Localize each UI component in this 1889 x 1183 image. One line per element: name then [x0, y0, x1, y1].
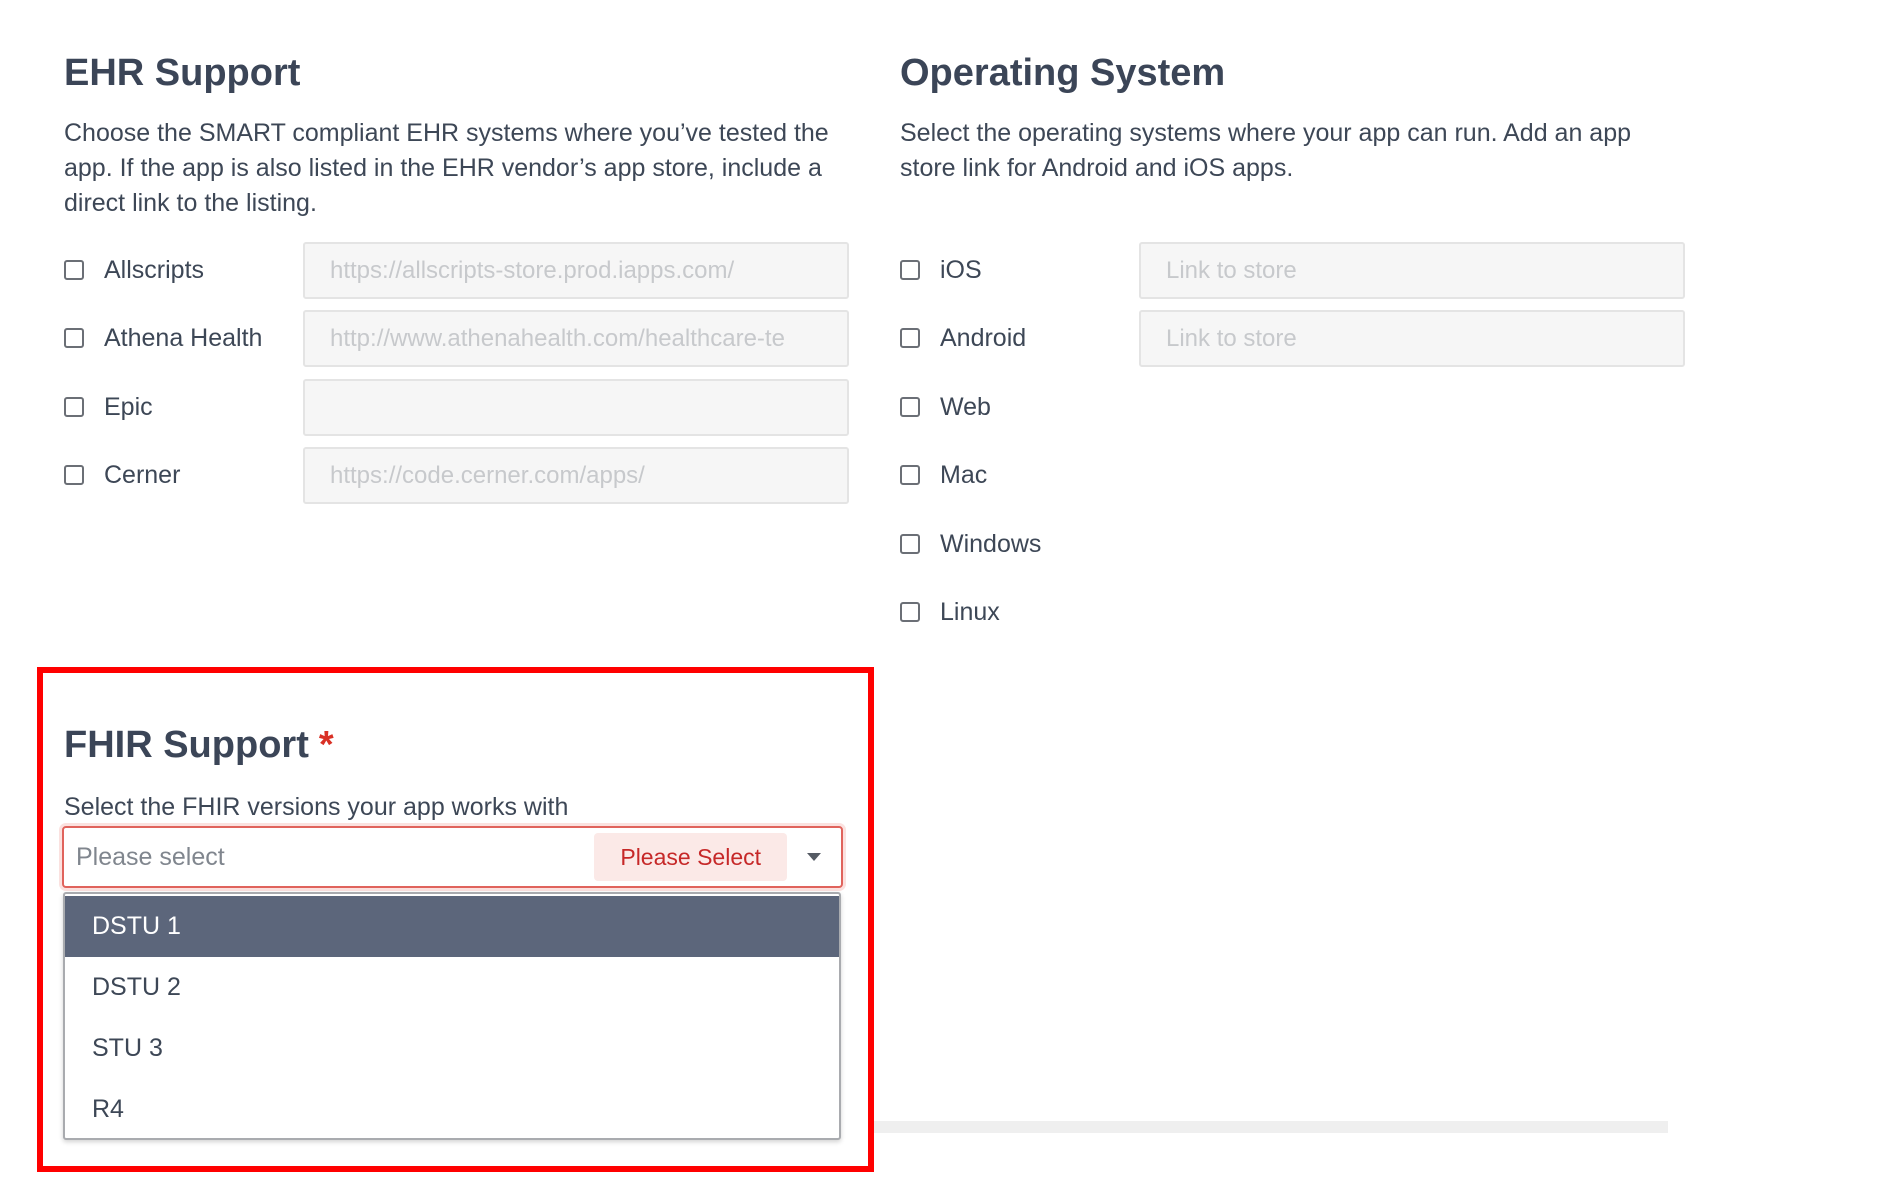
windows-checkbox[interactable] [900, 534, 920, 554]
fhir-option-stu3[interactable]: STU 3 [65, 1018, 839, 1079]
ios-checkbox[interactable] [900, 260, 920, 280]
validation-error-badge: Please Select [594, 833, 787, 881]
fhir-option-dstu1[interactable]: DSTU 1 [65, 896, 839, 957]
cerner-checkbox[interactable] [64, 465, 84, 485]
cerner-label: Cerner [104, 460, 181, 489]
allscripts-checkbox[interactable] [64, 260, 84, 280]
os-option-windows[interactable]: Windows [900, 516, 1041, 572]
cerner-link-input[interactable] [303, 447, 849, 504]
ehr-option-cerner[interactable]: Cerner [64, 447, 180, 503]
os-option-mac[interactable]: Mac [900, 447, 987, 503]
ehr-support-description: Choose the SMART compliant EHR systems w… [64, 119, 829, 217]
android-label: Android [940, 323, 1027, 352]
caret-down-icon-svg [807, 853, 821, 861]
athena-health-checkbox[interactable] [64, 328, 84, 348]
fhir-support-description: Select the FHIR versions your app works … [64, 793, 569, 821]
ehr-option-epic[interactable]: Epic [64, 379, 153, 435]
mac-label: Mac [940, 460, 988, 489]
fhir-version-select[interactable]: Please select Please Select [62, 826, 843, 888]
section-divider [868, 1121, 1668, 1133]
ios-store-link-input[interactable] [1139, 242, 1685, 299]
android-store-link-input[interactable] [1139, 310, 1685, 367]
web-label: Web [940, 392, 991, 421]
web-checkbox[interactable] [900, 397, 920, 417]
operating-system-title: Operating System [900, 52, 1226, 94]
epic-link-input[interactable] [303, 379, 849, 436]
os-option-linux[interactable]: Linux [900, 584, 1000, 640]
mac-checkbox[interactable] [900, 465, 920, 485]
os-option-android[interactable]: Android [900, 310, 1026, 366]
allscripts-label: Allscripts [104, 255, 205, 284]
linux-label: Linux [940, 597, 1000, 626]
fhir-support-title-text: FHIR Support [64, 724, 309, 766]
fhir-option-r4[interactable]: R4 [65, 1079, 839, 1140]
fhir-version-dropdown: DSTU 1 DSTU 2 STU 3 R4 [63, 892, 841, 1140]
required-asterisk: * [318, 724, 334, 766]
os-option-ios[interactable]: iOS [900, 242, 982, 298]
ehr-support-title: EHR Support [64, 52, 301, 94]
fhir-support-title: FHIR Support * [64, 724, 334, 767]
ehr-option-allscripts[interactable]: Allscripts [64, 242, 204, 298]
android-checkbox[interactable] [900, 328, 920, 348]
caret-down-icon[interactable] [787, 833, 841, 881]
operating-system-description: Select the operating systems where your … [900, 119, 1632, 182]
fhir-option-dstu2[interactable]: DSTU 2 [65, 957, 839, 1018]
allscripts-link-input[interactable] [303, 242, 849, 299]
os-option-web[interactable]: Web [900, 379, 991, 435]
athena-health-label: Athena Health [104, 323, 263, 352]
windows-label: Windows [940, 529, 1042, 558]
ios-label: iOS [940, 255, 982, 284]
ehr-option-athena-health[interactable]: Athena Health [64, 310, 262, 366]
app-submission-form: EHR Support Choose the SMART compliant E… [0, 0, 1889, 1183]
epic-checkbox[interactable] [64, 397, 84, 417]
epic-label: Epic [104, 392, 153, 421]
athena-health-link-input[interactable] [303, 310, 849, 367]
linux-checkbox[interactable] [900, 602, 920, 622]
fhir-select-placeholder: Please select [76, 842, 225, 871]
